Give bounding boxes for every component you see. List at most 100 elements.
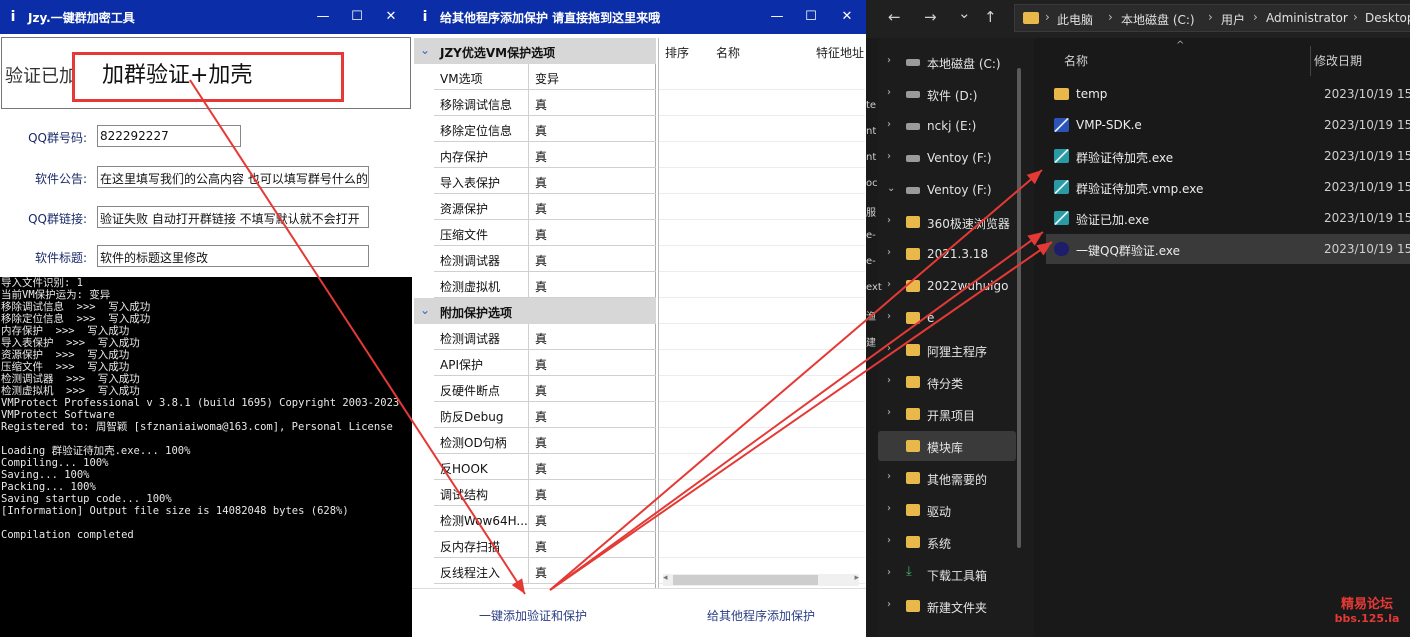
expand-arrow-icon[interactable]: › xyxy=(887,503,891,514)
win2-close-button[interactable]: ✕ xyxy=(832,6,862,28)
sidebar-item[interactable]: › 软件 (D:) xyxy=(878,79,1016,109)
column-separator[interactable] xyxy=(1310,46,1311,76)
expand-arrow-icon[interactable]: › xyxy=(887,279,891,290)
expand-arrow-icon[interactable]: › xyxy=(887,151,891,162)
option-value[interactable]: 变异 xyxy=(535,70,559,87)
option-row[interactable]: 防反Debug 真 xyxy=(434,402,656,428)
sidebar-item[interactable]: › nckj (E:) xyxy=(878,111,1016,141)
option-value[interactable]: 真 xyxy=(535,564,547,581)
column-header-name[interactable]: 名称 xyxy=(1064,52,1088,69)
sidebar-item[interactable]: › 开黑项目 xyxy=(878,399,1016,429)
add-verify-protect-button[interactable]: 一键添加验证和保护 xyxy=(479,607,587,624)
protection-options-tree[interactable]: ⌄ JZY优选VM保护选项 VM选项 变异 移除调试信息真移除定位信息真内存保护真导入表… xyxy=(414,38,656,588)
option-row[interactable]: API保护真 xyxy=(434,350,656,376)
sidebar-item[interactable]: › 阿狸主程序 xyxy=(878,335,1016,365)
sidebar-item[interactable]: › 驱动 xyxy=(878,495,1016,525)
scroll-right-icon[interactable]: ▸ xyxy=(854,573,859,583)
option-value[interactable]: 真 xyxy=(535,434,547,451)
option-value[interactable]: 真 xyxy=(535,252,547,269)
recent-locations-icon[interactable]: ⌄ xyxy=(958,4,971,22)
sidebar-item[interactable]: 模块库 xyxy=(878,431,1016,461)
option-row[interactable]: 检测虚拟机真 xyxy=(434,272,656,298)
sidebar-item[interactable]: › e xyxy=(878,303,1016,333)
win2-titlebar[interactable]: i 给其他程序添加保护 请直接拖到这里来哦 — ☐ ✕ xyxy=(412,0,866,34)
file-row[interactable]: VMP-SDK.e 2023/10/19 15:53 xyxy=(1046,110,1410,140)
expand-arrow-icon[interactable]: › xyxy=(887,87,891,98)
option-value[interactable]: 真 xyxy=(535,538,547,555)
qq-group-link-input[interactable]: 验证失败 自动打开群链接 不填写默认就不会打开 xyxy=(97,206,369,228)
option-row[interactable]: 反HOOK 真 xyxy=(434,454,656,480)
file-row[interactable]: 验证已加.exe 2023/10/19 15:54 xyxy=(1046,203,1410,233)
win1-titlebar[interactable]: i Jzy.一键群加密工具 — ☐ ✕ xyxy=(0,0,412,34)
option-value[interactable]: 真 xyxy=(535,356,547,373)
sidebar-item[interactable]: ⌄ Ventoy (F:) xyxy=(878,175,1016,205)
option-row[interactable]: 移除调试信息真 xyxy=(434,90,656,116)
expand-arrow-icon[interactable]: › xyxy=(887,55,891,66)
option-row[interactable]: 调试结构真 xyxy=(434,480,656,506)
expand-arrow-icon[interactable]: › xyxy=(887,567,891,578)
option-value[interactable]: 真 xyxy=(535,278,547,295)
address-bar[interactable]: › 此电脑 › 本地磁盘 (C:) › 用户 › Administrator ›… xyxy=(1014,4,1410,32)
option-row[interactable]: 检测OD句柄真 xyxy=(434,428,656,454)
win2-maximize-button[interactable]: ☐ xyxy=(796,6,826,28)
win1-maximize-button[interactable]: ☐ xyxy=(342,6,372,28)
sidebar-item[interactable]: › 本地磁盘 (C:) xyxy=(878,47,1016,77)
option-value[interactable]: 真 xyxy=(535,486,547,503)
list-header-name[interactable]: 名称 xyxy=(716,44,740,61)
list-header-order[interactable]: 排序 xyxy=(665,44,689,61)
sidebar-item[interactable]: › 待分类 xyxy=(878,367,1016,397)
navigation-pane[interactable]: te nt nt oc 服 e-e-ext 渔建 › 本地磁盘 (C:) › 软件 (D:) › nc… xyxy=(866,38,1026,637)
option-category[interactable]: ⌄ JZY优选VM保护选项 xyxy=(414,38,656,64)
sidebar-item[interactable]: › Ventoy (F:) xyxy=(878,143,1016,173)
option-row[interactable]: 移除定位信息真 xyxy=(434,116,656,142)
chevron-down-icon[interactable]: ⌄ xyxy=(420,43,430,57)
option-row[interactable]: 反内存扫描真 xyxy=(434,532,656,558)
option-value[interactable]: 真 xyxy=(535,174,547,191)
expand-arrow-icon[interactable]: › xyxy=(887,343,891,354)
option-row[interactable]: 检测调试器真 xyxy=(434,324,656,350)
option-row[interactable]: 反硬件断点真 xyxy=(434,376,656,402)
breadcrumb-drive-c[interactable]: 本地磁盘 (C:) xyxy=(1121,11,1195,28)
option-value[interactable]: 真 xyxy=(535,200,547,217)
sidebar-item[interactable]: › ⤓ 下载工具箱 xyxy=(878,559,1016,589)
expand-arrow-icon[interactable]: ⌄ xyxy=(887,183,895,194)
file-row[interactable]: temp 2023/10/19 15:54 xyxy=(1046,79,1410,109)
sidebar-item[interactable]: › 系统 xyxy=(878,527,1016,557)
option-value[interactable]: 真 xyxy=(535,96,547,113)
sidebar-item[interactable]: › 2021.3.18 xyxy=(878,239,1016,269)
option-value[interactable]: 真 xyxy=(535,460,547,477)
breadcrumb-desktop[interactable]: Desktop xyxy=(1365,11,1410,25)
option-value[interactable]: 真 xyxy=(535,382,547,399)
breadcrumb-users[interactable]: 用户 xyxy=(1221,11,1245,28)
expand-arrow-icon[interactable]: › xyxy=(887,599,891,610)
chevron-down-icon[interactable]: ⌄ xyxy=(420,303,430,317)
scroll-thumb[interactable] xyxy=(673,575,818,585)
option-row[interactable]: 检测Wow64H... 真 xyxy=(434,506,656,532)
win2-minimize-button[interactable]: — xyxy=(762,6,792,28)
file-row[interactable]: 一键QQ群验证.exe 2023/10/19 15:45 xyxy=(1046,234,1410,264)
back-icon[interactable]: ← xyxy=(888,8,901,26)
file-row[interactable]: 群验证待加壳.exe 2023/10/19 15:54 xyxy=(1046,141,1410,171)
scroll-left-icon[interactable]: ◂ xyxy=(663,573,668,583)
sidebar-item[interactable]: › 新建文件夹 xyxy=(878,591,1016,621)
option-value[interactable]: 真 xyxy=(535,148,547,165)
option-row[interactable]: 资源保护真 xyxy=(434,194,656,220)
option-value[interactable]: 真 xyxy=(535,122,547,139)
software-title-input[interactable]: 软件的标题这里修改 xyxy=(97,245,369,267)
up-icon[interactable]: ↑ xyxy=(984,8,997,26)
file-list[interactable]: ^ 名称 修改日期 temp 2023/10/19 15:54 VMP-SDK.e 2… xyxy=(1034,38,1410,637)
announcement-input[interactable]: 在这里填写我们的公高内容 也可以填写群号什么的 xyxy=(97,166,369,188)
output-console[interactable]: 导入文件识别: 1 当前VM保护运为: 变异 移除调试信息 >>> 写入成功 移除定位… xyxy=(0,277,412,637)
column-header-modified[interactable]: 修改日期 xyxy=(1314,52,1362,69)
expand-arrow-icon[interactable]: › xyxy=(887,119,891,130)
list-header-feature-address[interactable]: 特征地址 xyxy=(816,44,864,61)
file-row[interactable]: 群验证待加壳.vmp.exe 2023/10/19 15:55 xyxy=(1046,172,1410,202)
breadcrumb-this-pc[interactable]: 此电脑 xyxy=(1057,11,1093,28)
sidebar-item[interactable]: › 2022wuhuigo xyxy=(878,271,1016,301)
option-value[interactable]: 真 xyxy=(535,512,547,529)
option-row[interactable]: VM选项 变异 xyxy=(434,64,656,90)
option-category[interactable]: ⌄ 附加保护选项 xyxy=(414,298,656,324)
expand-arrow-icon[interactable]: › xyxy=(887,247,891,258)
sidebar-item[interactable]: › 其他需要的 xyxy=(878,463,1016,493)
add-protect-other-button[interactable]: 给其他程序添加保护 xyxy=(707,607,815,624)
